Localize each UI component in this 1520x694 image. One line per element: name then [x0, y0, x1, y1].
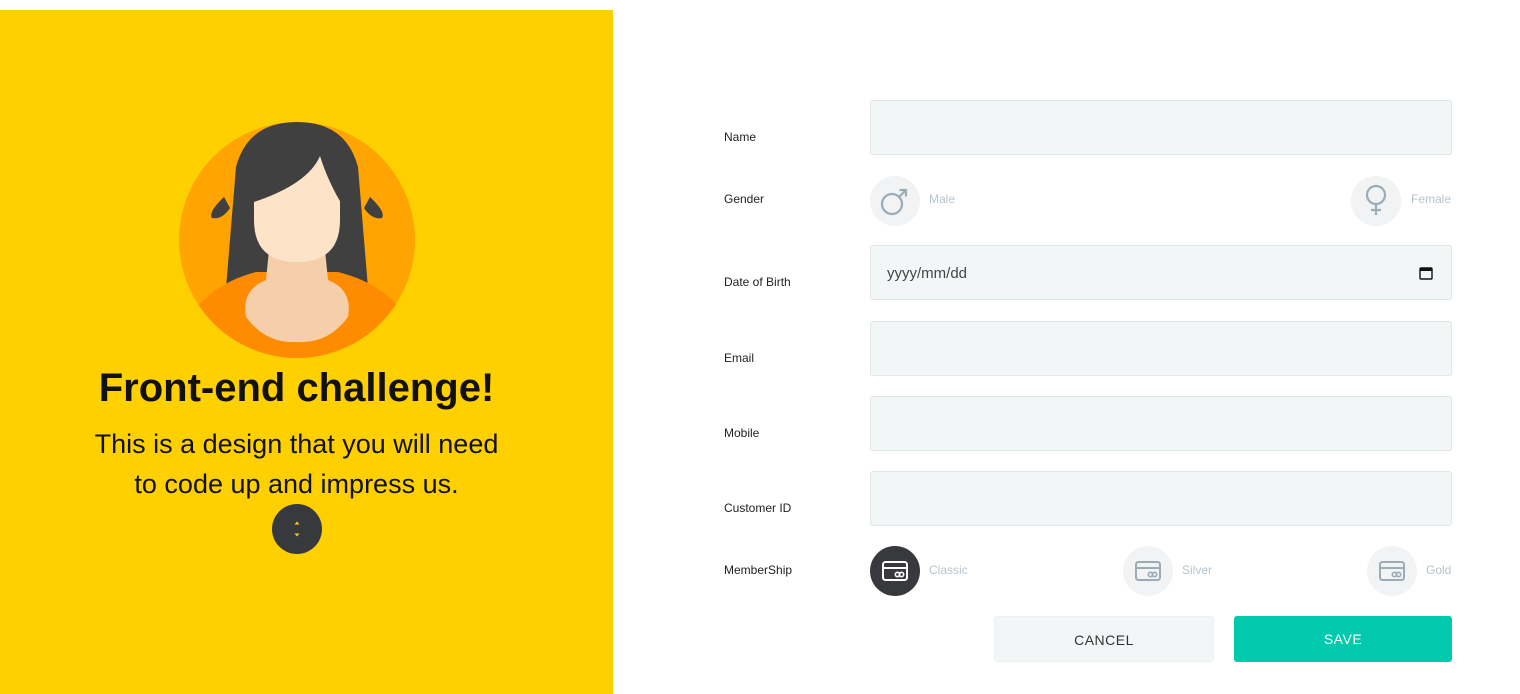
- membership-classic-label[interactable]: Classic: [929, 563, 968, 577]
- dob-input[interactable]: yyyy/mm/dd: [870, 245, 1452, 300]
- hero-panel: Front-end challenge! This is a design th…: [0, 10, 613, 694]
- gender-label: Gender: [724, 192, 765, 206]
- customer-id-label: Customer ID: [724, 501, 792, 515]
- membership-classic-option[interactable]: [870, 546, 920, 596]
- mobile-label: Mobile: [724, 426, 760, 440]
- gender-male-label[interactable]: Male: [929, 192, 955, 206]
- membership-label: MemberShip: [724, 563, 793, 577]
- credit-card-icon: [1135, 561, 1161, 581]
- mobile-input[interactable]: [870, 396, 1452, 451]
- credit-card-icon: [882, 561, 908, 581]
- dob-label: Date of Birth: [724, 275, 791, 289]
- membership-silver-label[interactable]: Silver: [1182, 563, 1212, 577]
- save-button[interactable]: SAVE: [1234, 616, 1452, 662]
- scroll-down-button[interactable]: [272, 504, 322, 554]
- email-input[interactable]: [870, 321, 1452, 376]
- female-icon: [1365, 184, 1387, 215]
- hero-title: Front-end challenge!: [98, 366, 495, 410]
- name-label: Name: [724, 130, 757, 144]
- name-input[interactable]: [870, 100, 1452, 155]
- dob-placeholder: yyyy/mm/dd: [887, 265, 968, 282]
- gender-female-label[interactable]: Female: [1411, 192, 1451, 206]
- calendar-icon[interactable]: [1419, 266, 1433, 280]
- gender-male-option[interactable]: [870, 176, 920, 226]
- gender-female-option[interactable]: [1351, 176, 1401, 226]
- cancel-button[interactable]: CANCEL: [994, 616, 1214, 662]
- hero-subtitle: This is a design that you will need to c…: [94, 429, 499, 499]
- male-icon: [880, 188, 908, 216]
- membership-gold-option[interactable]: [1367, 546, 1417, 596]
- email-label: Email: [724, 351, 755, 365]
- credit-card-icon: [1379, 561, 1405, 581]
- scroll-down-icon: [294, 521, 300, 537]
- woman-avatar-icon: [179, 122, 415, 358]
- membership-gold-label[interactable]: Gold: [1426, 563, 1451, 577]
- customer-id-input[interactable]: [870, 471, 1452, 526]
- membership-silver-option[interactable]: [1123, 546, 1173, 596]
